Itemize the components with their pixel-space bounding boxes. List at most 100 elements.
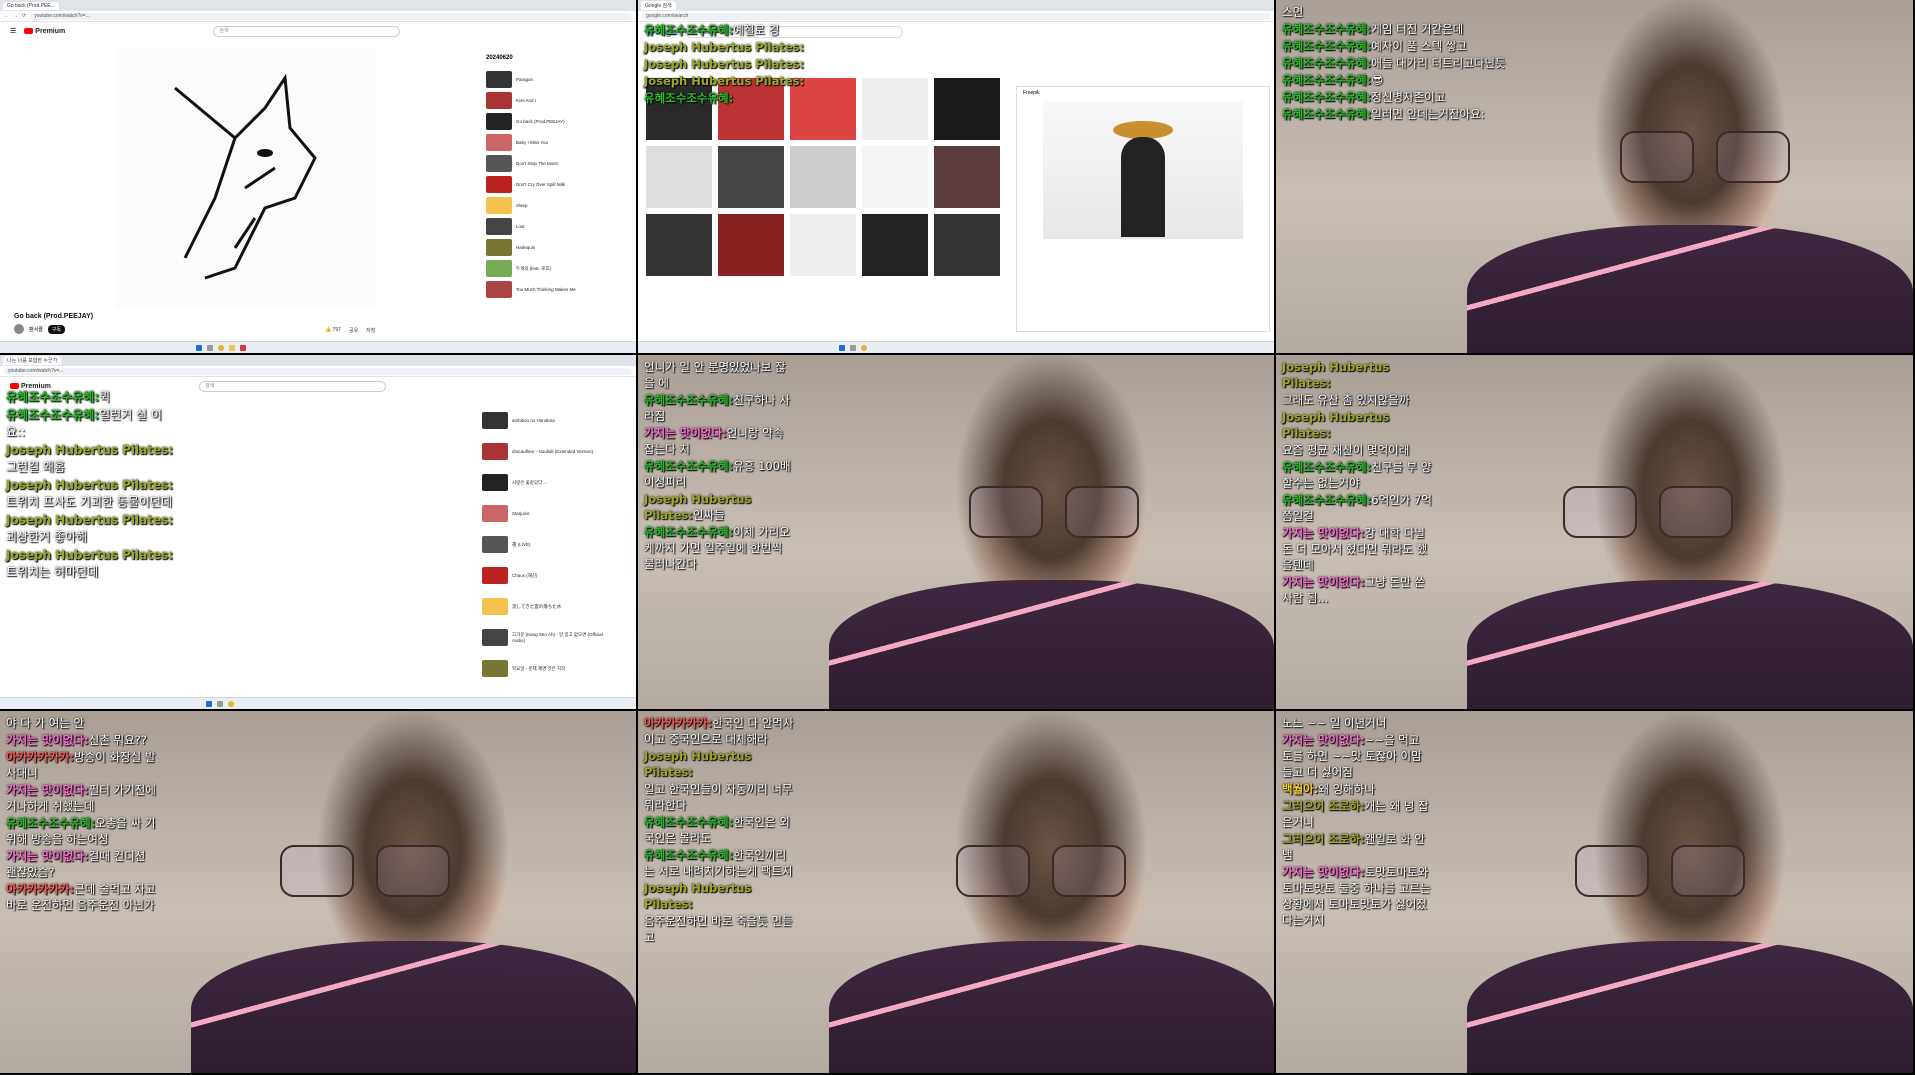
browser-tab[interactable]: 나는 너를 포함한 누군가 [3, 356, 62, 365]
playlist-item[interactable]: 목요일 - 문제 제명 것은 지작 [482, 653, 612, 684]
video-thumbnail [486, 239, 512, 256]
url-field[interactable]: youtube.com/watch?v=... [4, 367, 632, 375]
windows-start-icon[interactable] [196, 344, 202, 351]
image-result[interactable] [862, 146, 928, 208]
chat-message: 가지는 맛이없다:필터 가기전에 거나하게 취했는데 [6, 782, 156, 814]
search-icon[interactable] [207, 344, 213, 351]
video-thumbnail [482, 567, 508, 584]
image-result[interactable] [934, 78, 1000, 140]
chat-username: 가지는 맛이없다: [1282, 526, 1365, 540]
share-button[interactable]: 공유 [349, 327, 358, 334]
image-result[interactable] [934, 146, 1000, 208]
folder-icon[interactable] [229, 344, 235, 351]
image-result[interactable] [718, 146, 784, 208]
playlist-item[interactable]: 夜 (LIVE) [482, 529, 612, 560]
playlist-item[interactable]: 流してきた雲の落ちた水 [482, 591, 612, 622]
tab-bar: 나는 너를 포함한 누군가 [0, 355, 636, 366]
preview-image[interactable] [1043, 101, 1243, 239]
playlist-item-title: ambition no Hanabira [512, 418, 555, 423]
chat-message: Joseph Hubertus Pilates: 괴상한거 좋아해 [6, 512, 176, 546]
chat-message: 유혜조수조수유혜:예자이 풀 스텍 쌓고 [1282, 38, 1522, 54]
playlist-item[interactable]: Go back (Prod.PEEJAY) [486, 111, 611, 132]
image-result[interactable] [718, 214, 784, 276]
chat-overlay: 언니가 일 안 분명있었나보 잖을 에 유혜조수조수유혜:친구하나 사라짐 가지는 … [644, 359, 794, 573]
playlist-item[interactable]: 사랑은 꽃같았다 ... [482, 467, 612, 498]
video-thumbnail [486, 281, 512, 298]
chat-message: 가지는 맛이없다:언니랑 약속 잡는다 치 [644, 425, 794, 457]
search-input[interactable]: 검색 [198, 380, 386, 392]
reload-icon[interactable]: ⟳ [22, 13, 26, 19]
playlist-item[interactable]: Starjuice [482, 498, 612, 529]
image-result[interactable] [790, 214, 856, 276]
playlist-item[interactable]: Baby I Miss You [486, 132, 611, 153]
chat-message: Joseph Hubertus Pilates: 트위치 프사도 기괴한 동물이던… [6, 477, 176, 511]
chat-message: Joseph Hubertus Pilates:인싸들 [644, 491, 794, 523]
save-button[interactable]: 저장 [366, 327, 375, 334]
browser-tab[interactable]: Google 검색 [641, 1, 676, 10]
chat-message: 유혜조수조수유혜: [644, 90, 884, 106]
chat-message: 그래도 유산 좀 있지않을까 [1282, 392, 1432, 408]
playlist-item[interactable]: Too Much Thinking Makes Me [486, 279, 611, 300]
menu-icon[interactable]: ☰ [10, 27, 16, 35]
chat-message: Joseph Hubertus Pilates: [1282, 359, 1432, 391]
playlist-item[interactable]: dracaufleur - Noufalli (Extended Version… [482, 436, 612, 467]
playlist-item[interactable]: 두개의 (feat. 로꼬) [486, 258, 611, 279]
video-player[interactable] [115, 48, 375, 308]
playlist-item[interactable]: Sleep [486, 195, 611, 216]
chat-message: 유혜조수조수유혜:오총을 싸 기위해 방송을 하는여성 [6, 815, 156, 847]
chat-message: 언니가 일 안 분명있었나보 잖을 에 [644, 359, 794, 391]
like-button[interactable]: 👍 797 [325, 327, 341, 334]
chat-username: 가지는 맛이없다: [1282, 733, 1365, 747]
playlist-item[interactable]: ambition no Hanabira [482, 405, 612, 436]
browser-tab[interactable]: Go back (Prod.PEE... [3, 1, 59, 10]
panel-webcam-6: 노느 ~~ 일 이년거너 가지는 맛이없다:~~을 먹고 토를 하면 ~~맛 토잖… [1276, 711, 1915, 1075]
video-thumbnail [486, 197, 512, 214]
url-field[interactable]: google.com/search [642, 12, 1270, 20]
playlist-item[interactable]: Paragon [486, 69, 611, 90]
chat-message: 가지는 맛이없다:토맛토마토와 토마토맛토 둘중 하나를 고르는 상황에서 토마… [1282, 864, 1432, 928]
playlist-item[interactable]: Harlequin [486, 237, 611, 258]
playlist-item[interactable]: 고가운 (Kang Seo Ah) - 알 중고 없오면 (Official A… [482, 622, 612, 653]
playlist-title: 20240620 [486, 55, 513, 61]
youtube-premium-logo[interactable]: Premium [24, 28, 65, 35]
playlist-item[interactable]: Don't Stop The Music [486, 153, 611, 174]
chrome-icon[interactable] [861, 344, 867, 351]
image-result[interactable] [646, 146, 712, 208]
playlist-item[interactable]: Kiss And I [486, 90, 611, 111]
channel-avatar[interactable] [14, 324, 24, 334]
chat-username: 유혜조수조수유혜: [644, 459, 734, 473]
chat-username: 유혜조수조수유혜: [1282, 107, 1372, 121]
app-icon[interactable] [240, 344, 246, 351]
video-thumbnail [482, 443, 508, 460]
chat-message: 음주운전하면 바로 죽을듯 면듣고 [644, 913, 794, 945]
url-field[interactable]: youtube.com/watch?v=... [30, 12, 632, 20]
image-result[interactable] [790, 146, 856, 208]
chat-text: 게임 터진 거같은데 [1371, 22, 1464, 36]
forward-icon[interactable]: → [13, 13, 18, 19]
channel-name[interactable]: 팬서클 [29, 326, 43, 333]
image-result[interactable] [862, 214, 928, 276]
search-input[interactable]: 검색 [213, 25, 401, 37]
subscribe-button[interactable]: 구독 [47, 324, 66, 334]
back-icon[interactable]: ← [4, 13, 9, 19]
chrome-icon[interactable] [228, 700, 234, 707]
chrome-icon[interactable] [218, 344, 224, 351]
chat-overlay: Joseph Hubertus Pilates: 그래도 유산 좀 있지않을까 Jo… [1282, 359, 1432, 607]
preview-source[interactable]: Freepik [1017, 87, 1269, 99]
playlist-item[interactable]: Lost [486, 216, 611, 237]
playlist-item[interactable]: Don't Cry Over Spilt Milk [486, 174, 611, 195]
search-icon[interactable] [217, 700, 223, 707]
image-result[interactable] [934, 214, 1000, 276]
chat-overlay: 아카카카카카:한국인 다 안먹사 이고 중국인으로 대체해라 Joseph Hub… [644, 715, 794, 946]
playlist-item-title: 목요일 - 문제 제명 것은 지작 [512, 665, 566, 671]
windows-start-icon[interactable] [839, 344, 845, 351]
chat-username: 유혜조수조수유혜: [1282, 56, 1372, 70]
windows-start-icon[interactable] [206, 700, 212, 707]
chat-text: 일고 한국인들이 자동끼리 너무 뭐라한다 [644, 782, 793, 812]
playlist-item[interactable]: Chaos (재신) [482, 560, 612, 591]
chat-message: 유혜조수조수유혜:이제 가리오케까지 가면 일주일에 한번씩 불러나간다 [644, 524, 794, 572]
chat-message: 유혜조수조수유혜:게임 터진 거같은데 [1282, 21, 1522, 37]
search-icon[interactable] [850, 344, 856, 351]
chat-message: 가지는 맛이없다:~~을 먹고 토를 하면 ~~맛 토잖아 이맘 들고 더 싫어… [1282, 732, 1432, 780]
image-result[interactable] [646, 214, 712, 276]
